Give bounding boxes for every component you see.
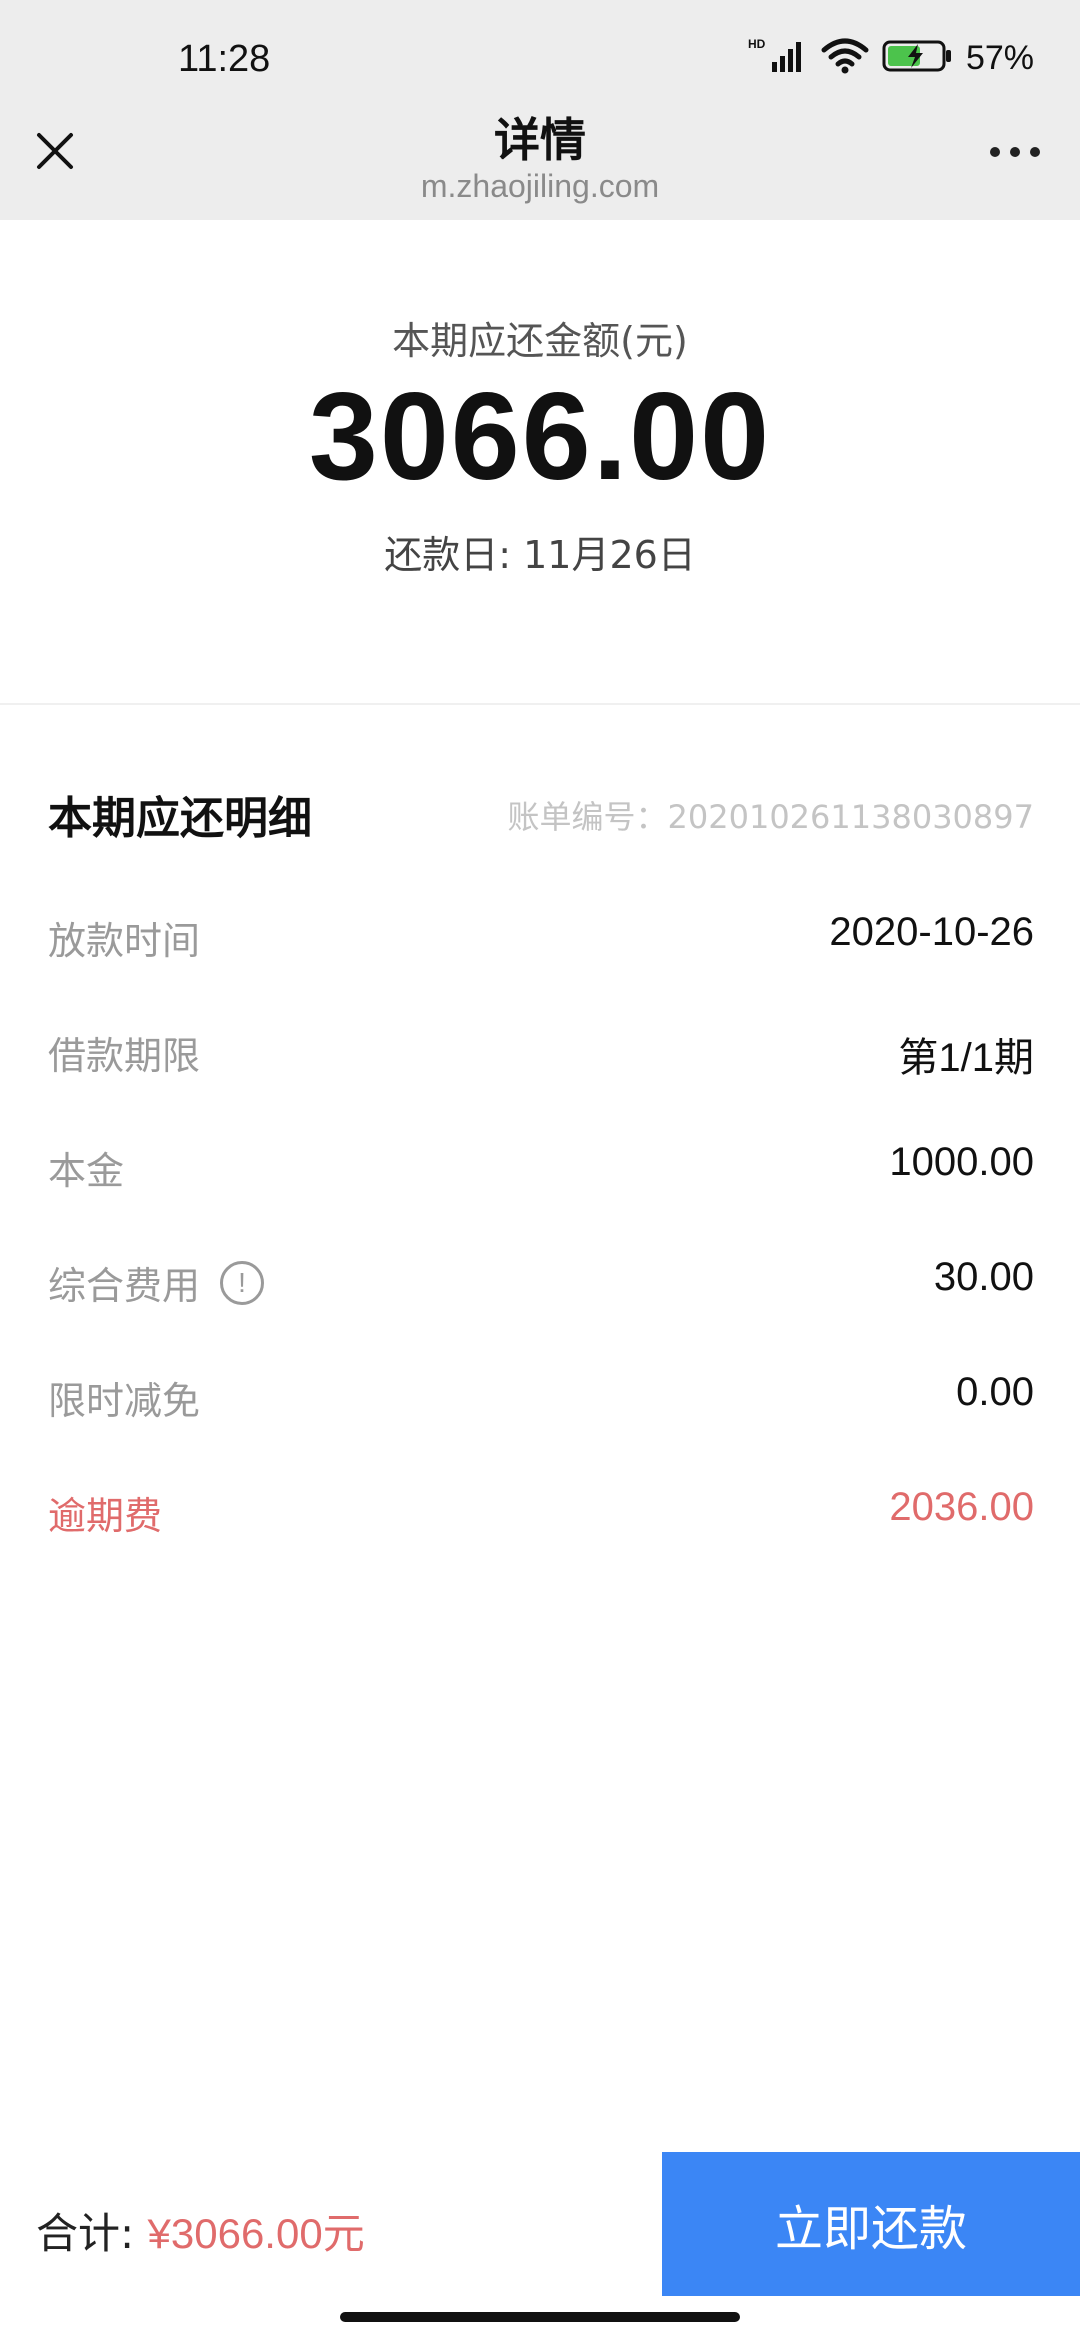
- detail-row-loan-term: 借款期限 第1/1期: [48, 1025, 1034, 1140]
- detail-row-loan-date: 放款时间 2020-10-26: [48, 910, 1034, 1025]
- divider: [0, 703, 1080, 705]
- row-value: 2036.00: [889, 1485, 1034, 1529]
- row-label: 限时减免: [48, 1379, 201, 1423]
- more-icon: [1010, 147, 1020, 157]
- detail-row-principal: 本金 1000.00: [48, 1140, 1034, 1255]
- detail-row-fees: 综合费用 ! 30.00: [48, 1255, 1034, 1370]
- bill-number: 账单编号：202010261138030897: [507, 798, 1034, 836]
- battery-percent: 57%: [965, 38, 1034, 77]
- row-value: 第1/1期: [898, 1036, 1034, 1080]
- status-icons: HD 57%: [748, 36, 1034, 80]
- page-title: 详情: [494, 113, 586, 167]
- row-label: 本金: [48, 1149, 125, 1193]
- wifi-icon: [820, 36, 870, 80]
- home-area: [0, 2296, 1080, 2340]
- row-value: 30.00: [933, 1255, 1034, 1299]
- screen: 11:28 HD 57% 详情 m.zhaojiling.com 本期应还金额(…: [0, 0, 1080, 2340]
- row-label: 放款时间: [48, 919, 201, 963]
- total-label: 合计:: [36, 2209, 135, 2258]
- amount-value: 3066.00: [308, 368, 772, 506]
- detail-title: 本期应还明细: [48, 793, 312, 844]
- amount-label: 本期应还金额(元): [392, 319, 688, 363]
- home-indicator[interactable]: [340, 2312, 740, 2322]
- total-amount: ¥3066.00元: [147, 2210, 365, 2257]
- browser-header: 11:28 HD 57% 详情 m.zhaojiling.com: [0, 0, 1080, 220]
- svg-text:HD: HD: [748, 37, 766, 51]
- detail-row-overdue-fee: 逾期费 2036.00: [48, 1485, 1034, 1600]
- signal-icon: HD: [748, 36, 808, 80]
- row-value: 1000.00: [889, 1140, 1034, 1184]
- due-date: 还款日: 11月26日: [384, 533, 696, 577]
- detail-row-discount: 限时减免 0.00: [48, 1370, 1034, 1485]
- row-label-with-info: 综合费用 !: [48, 1255, 265, 1310]
- status-time: 11:28: [178, 38, 271, 80]
- row-value: 2020-10-26: [829, 910, 1034, 954]
- row-label: 借款期限: [48, 1034, 201, 1078]
- more-icon: [990, 147, 1000, 157]
- pay-now-button[interactable]: 立即还款: [662, 2152, 1080, 2296]
- row-label: 逾期费: [48, 1494, 163, 1538]
- row-label: 综合费用: [48, 1264, 201, 1308]
- detail-list: 放款时间 2020-10-26 借款期限 第1/1期 本金 1000.00 综合…: [48, 910, 1034, 1600]
- more-icon: [1030, 147, 1040, 157]
- page-url: m.zhaojiling.com: [420, 168, 660, 204]
- battery-icon: [882, 38, 954, 78]
- row-value: 0.00: [956, 1370, 1034, 1414]
- more-button[interactable]: [980, 130, 1050, 174]
- bottom-bar: 合计: ¥3066.00元 立即还款: [0, 2152, 1080, 2296]
- info-icon[interactable]: !: [220, 1260, 265, 1305]
- total: 合计: ¥3066.00元: [36, 2200, 365, 2261]
